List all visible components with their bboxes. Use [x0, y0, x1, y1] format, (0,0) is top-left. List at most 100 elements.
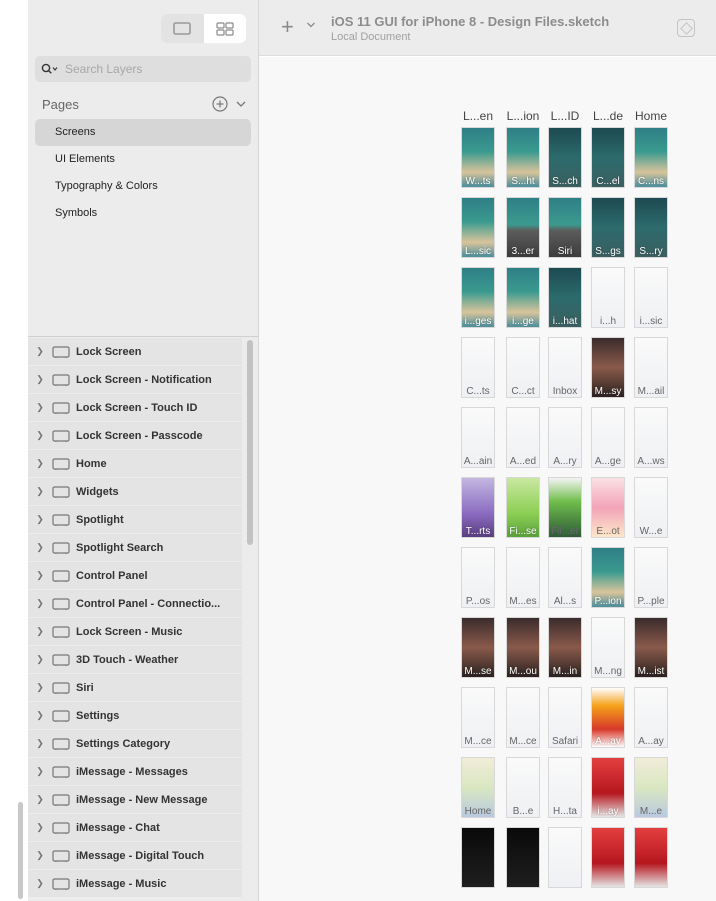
artboard-thumbnail[interactable]: P...ion — [591, 547, 625, 608]
disclosure-chevron-icon[interactable]: ❯ — [28, 794, 52, 805]
layer-row[interactable]: ❯ Widgets — [28, 478, 242, 505]
artboard-thumbnail[interactable]: A...ay — [634, 687, 668, 748]
layer-row[interactable]: ❯ Lock Screen - Touch ID — [28, 394, 242, 421]
artboard-thumbnail[interactable]: M...ce — [506, 687, 540, 748]
disclosure-chevron-icon[interactable]: ❯ — [28, 430, 52, 441]
layer-row[interactable]: ❯ Control Panel — [28, 562, 242, 589]
single-view-button[interactable] — [161, 14, 204, 43]
artboard-thumbnail[interactable] — [506, 827, 540, 888]
artboard-thumbnail[interactable]: S...gs — [591, 197, 625, 258]
disclosure-chevron-icon[interactable]: ❯ — [28, 710, 52, 721]
disclosure-chevron-icon[interactable]: ❯ — [28, 654, 52, 665]
layer-row[interactable]: ❯ iMessage - Chat — [28, 814, 242, 841]
disclosure-chevron-icon[interactable]: ❯ — [28, 402, 52, 413]
page-item-screens[interactable]: Screens — [35, 119, 251, 146]
artboard-thumbnail[interactable]: Fil...er — [548, 477, 582, 538]
artboard-thumbnail[interactable]: B...e — [506, 757, 540, 818]
disclosure-chevron-icon[interactable]: ❯ — [28, 570, 52, 581]
layer-row[interactable]: ❯ Spotlight Search — [28, 534, 242, 561]
artboard-thumbnail[interactable]: C...el — [591, 127, 625, 188]
artboard-thumbnail[interactable]: M...ng — [591, 617, 625, 678]
artboard-thumbnail[interactable]: M...e — [634, 757, 668, 818]
artboard-thumbnail[interactable]: 3...er — [506, 197, 540, 258]
layer-row[interactable]: ❯ iMessage - Music — [28, 870, 242, 897]
layer-row[interactable]: ❯ Control Panel - Connectio... — [28, 590, 242, 617]
artboard-thumbnail[interactable]: W...e — [634, 477, 668, 538]
search-layers-field[interactable] — [35, 56, 251, 82]
artboard-thumbnail[interactable]: i...h — [591, 267, 625, 328]
disclosure-chevron-icon[interactable]: ❯ — [28, 878, 52, 889]
artboard-thumbnail[interactable]: Inbox — [548, 337, 582, 398]
layer-row[interactable]: ❯ iMessage - Messages — [28, 758, 242, 785]
artboard-thumbnail[interactable]: Safari — [548, 687, 582, 748]
pages-divider[interactable] — [28, 336, 258, 337]
artboard-thumbnail[interactable]: A...ed — [506, 407, 540, 468]
grid-view-button[interactable] — [204, 14, 247, 43]
artboard-thumbnail[interactable] — [548, 827, 582, 888]
artboard-thumbnail[interactable]: M...in — [548, 617, 582, 678]
artboard-thumbnail[interactable]: A...ain — [461, 407, 495, 468]
artboard-thumbnail[interactable]: C...ct — [506, 337, 540, 398]
artboard-thumbnail[interactable]: M...ou — [506, 617, 540, 678]
artboard-thumbnail[interactable]: i...sic — [634, 267, 668, 328]
artboard-thumbnail[interactable] — [634, 827, 668, 888]
artboard-thumbnail[interactable]: S...ht — [506, 127, 540, 188]
layer-row[interactable]: ❯ 3D Touch - Weather — [28, 646, 242, 673]
artboard-thumbnail[interactable]: A...ws — [634, 407, 668, 468]
artboard-thumbnail[interactable]: i...ay — [591, 757, 625, 818]
artboard-thumbnail[interactable]: M...sy — [591, 337, 625, 398]
layer-row[interactable]: ❯ Lock Screen - Notification — [28, 366, 242, 393]
artboard-thumbnail[interactable]: M...se — [461, 617, 495, 678]
insert-plus-icon[interactable]: + — [281, 14, 294, 40]
artboard-thumbnail[interactable]: A...ge — [591, 407, 625, 468]
artboard-thumbnail[interactable]: Fi...se — [506, 477, 540, 538]
layer-row[interactable]: ❯ Lock Screen - Passcode — [28, 422, 242, 449]
artboard-thumbnail[interactable]: C...ns — [634, 127, 668, 188]
artboard-thumbnail[interactable]: M...ail — [634, 337, 668, 398]
chevron-down-icon[interactable] — [235, 98, 247, 110]
outer-scrollbar[interactable] — [18, 802, 23, 899]
artboard-thumbnail[interactable]: i...ges — [461, 267, 495, 328]
layer-row[interactable]: ❯ Lock Screen - Music — [28, 618, 242, 645]
add-page-icon[interactable] — [211, 95, 229, 113]
disclosure-chevron-icon[interactable]: ❯ — [28, 598, 52, 609]
artboard-thumbnail[interactable] — [461, 827, 495, 888]
disclosure-chevron-icon[interactable]: ❯ — [28, 374, 52, 385]
page-item-symbols[interactable]: Symbols — [35, 200, 251, 227]
artboard-thumbnail[interactable]: i...hat — [548, 267, 582, 328]
layer-row[interactable]: ❯ iMessage - Digital Touch — [28, 842, 242, 869]
disclosure-chevron-icon[interactable]: ❯ — [28, 486, 52, 497]
artboard-thumbnail[interactable]: M...ist — [634, 617, 668, 678]
artboard-thumbnail[interactable] — [591, 827, 625, 888]
insert-chevron-icon[interactable] — [306, 20, 316, 30]
view-toggle[interactable] — [161, 14, 246, 43]
disclosure-chevron-icon[interactable]: ❯ — [28, 458, 52, 469]
artboard-thumbnail[interactable]: Al...s — [548, 547, 582, 608]
layer-row[interactable]: ❯ Settings Category — [28, 730, 242, 757]
artboard-thumbnail[interactable]: W...ts — [461, 127, 495, 188]
artboard-thumbnail[interactable]: E...ot — [591, 477, 625, 538]
artboard-thumbnail[interactable]: S...ch — [548, 127, 582, 188]
layer-row[interactable]: ❯ Siri — [28, 674, 242, 701]
disclosure-chevron-icon[interactable]: ❯ — [28, 682, 52, 693]
artboard-thumbnail[interactable]: P...os — [461, 547, 495, 608]
layer-row[interactable]: ❯ Settings — [28, 702, 242, 729]
disclosure-chevron-icon[interactable]: ❯ — [28, 514, 52, 525]
design-canvas[interactable]: L...en L...ion L...ID L...de Home W...ts S...h… — [259, 57, 716, 901]
disclosure-chevron-icon[interactable]: ❯ — [28, 850, 52, 861]
artboard-thumbnail[interactable]: C...ts — [461, 337, 495, 398]
artboard-thumbnail[interactable]: M...es — [506, 547, 540, 608]
artboard-thumbnail[interactable]: L...sic — [461, 197, 495, 258]
disclosure-chevron-icon[interactable]: ❯ — [28, 542, 52, 553]
artboard-thumbnail[interactable]: H...ta — [548, 757, 582, 818]
layer-row[interactable]: ❯ Home — [28, 450, 242, 477]
disclosure-chevron-icon[interactable]: ❯ — [28, 766, 52, 777]
artboard-thumbnail[interactable]: Home — [461, 757, 495, 818]
disclosure-chevron-icon[interactable]: ❯ — [28, 822, 52, 833]
page-item-ui-elements[interactable]: UI Elements — [35, 146, 251, 173]
search-input[interactable] — [65, 62, 235, 76]
artboard-thumbnail[interactable]: S...ry — [634, 197, 668, 258]
artboard-thumbnail[interactable]: P...ple — [634, 547, 668, 608]
page-item-typography-colors[interactable]: Typography & Colors — [35, 173, 251, 200]
disclosure-chevron-icon[interactable]: ❯ — [28, 346, 52, 357]
